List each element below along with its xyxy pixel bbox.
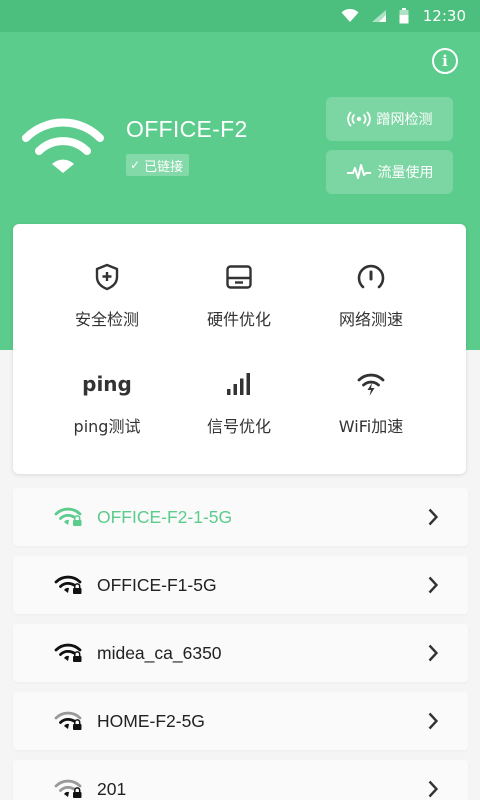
shield-plus-icon	[37, 262, 177, 292]
tool-label: 信号优化	[206, 417, 271, 436]
tool-speed-test[interactable]: 网络测速	[301, 262, 441, 330]
network-row-active[interactable]: OFFICE-F2-1-5G	[13, 488, 468, 546]
status-bar: 12:30	[0, 0, 480, 32]
battery-icon	[399, 8, 409, 24]
connection-status-badge: ✓ 已链接	[126, 154, 190, 176]
network-row[interactable]: 201	[13, 760, 468, 800]
speedometer-icon	[301, 262, 441, 292]
wifi-bolt-icon	[301, 369, 441, 399]
network-row[interactable]: OFFICE-F1-5G	[13, 556, 468, 614]
signal-bars-icon	[169, 369, 309, 399]
chevron-right-icon	[428, 508, 438, 526]
network-row[interactable]: midea_ca_6350	[13, 624, 468, 682]
data-usage-button[interactable]: 流量使用	[326, 150, 453, 194]
wifi-lock-icon	[54, 507, 84, 527]
freeloader-check-button[interactable]: 蹭网检测	[326, 97, 453, 141]
tool-ping-test[interactable]: ping ping测试	[37, 369, 177, 437]
tool-security-check[interactable]: 安全检测	[37, 262, 177, 330]
network-name: midea_ca_6350	[97, 642, 222, 663]
tool-hardware-optimize[interactable]: 硬件优化	[169, 262, 309, 330]
data-usage-label: 流量使用	[377, 165, 434, 181]
network-name: 201	[97, 778, 127, 799]
antenna-icon	[346, 111, 371, 127]
wifi-lock-icon	[54, 575, 84, 595]
pulse-icon	[346, 163, 372, 181]
tool-label: WiFi加速	[338, 417, 404, 436]
chevron-right-icon	[428, 712, 438, 730]
ping-icon: ping	[82, 372, 132, 396]
current-ssid: OFFICE-F2	[126, 116, 248, 142]
cell-signal-icon	[371, 9, 387, 23]
chevron-right-icon	[428, 780, 438, 798]
chevron-right-icon	[428, 576, 438, 594]
wifi-status-icon	[341, 9, 359, 23]
tool-signal-optimize[interactable]: 信号优化	[169, 369, 309, 437]
wifi-lock-icon	[54, 643, 84, 663]
check-icon: ✓	[130, 158, 141, 172]
network-row[interactable]: HOME-F2-5G	[13, 692, 468, 750]
chevron-right-icon	[428, 644, 438, 662]
info-icon: i	[442, 52, 448, 70]
tool-wifi-boost[interactable]: WiFi加速	[301, 369, 441, 437]
freeloader-check-label: 蹭网检测	[376, 112, 433, 128]
tool-label: ping测试	[73, 417, 141, 436]
tool-label: 安全检测	[74, 310, 139, 329]
wifi-connected-icon	[20, 118, 106, 178]
network-name: HOME-F2-5G	[97, 710, 205, 731]
tool-label: 硬件优化	[206, 310, 271, 329]
network-name: OFFICE-F1-5G	[97, 574, 217, 595]
network-name: OFFICE-F2-1-5G	[97, 506, 233, 527]
wifi-lock-icon	[54, 779, 84, 799]
info-button[interactable]: i	[432, 48, 458, 74]
wifi-lock-icon	[54, 711, 84, 731]
status-time: 12:30	[422, 7, 466, 25]
connection-status-text: 已链接	[144, 159, 184, 175]
tool-label: 网络测速	[338, 310, 403, 329]
hardware-icon	[169, 262, 309, 292]
tools-card: 安全检测 硬件优化 网络测速 ping ping测试 信号优化 WiFi加速	[13, 224, 466, 474]
